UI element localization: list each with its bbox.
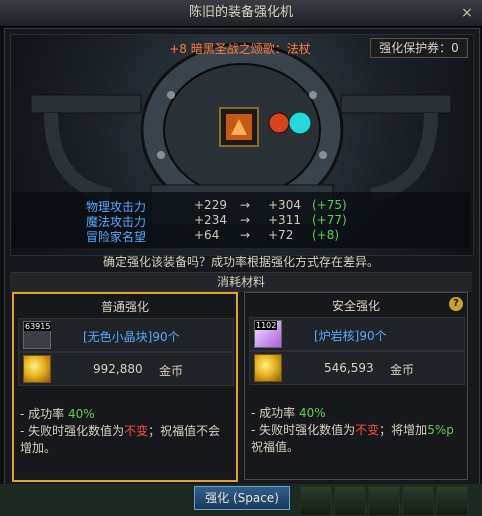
help-icon[interactable]: ? — [449, 297, 463, 311]
material-owned-count: 63915 — [24, 322, 52, 331]
success-rate: - 成功率 40% — [20, 406, 230, 423]
fail-description: - 失败时强化数值为不变；祝福值不会增加。 — [20, 423, 230, 457]
gold-unit: 金币 — [159, 364, 184, 378]
success-rate: - 成功率 40% — [251, 405, 461, 422]
fail-mid: ；将增加 — [379, 423, 428, 437]
fail-unchanged: 不变 — [124, 424, 149, 438]
stat-diff: (+75) — [312, 198, 347, 212]
confirm-text: 确定强化该装备吗？成功率根据强化方式存在差异。 — [102, 255, 379, 269]
rate-value: 40% — [298, 406, 326, 420]
stat-before: +234 — [194, 213, 227, 227]
decor-slot — [368, 486, 400, 516]
decor-slot — [436, 486, 468, 516]
stat-row: 冒险家名望 +64 → +72 (+8) — [12, 228, 470, 244]
lava-core-material-icon: 1102 — [254, 320, 282, 348]
material-name: [无色小晶块]90个 — [83, 330, 180, 344]
arrow-icon: → — [240, 198, 251, 212]
blessing-increase: 5%p — [427, 423, 454, 437]
item-name: +8 暗黑圣战之颂歌：法杖 — [169, 42, 311, 56]
option-title: 安全强化 — [331, 299, 380, 313]
crystal-material-icon: 63915 — [23, 321, 52, 349]
fail-prefix: - 失败时强化数值为 — [20, 424, 125, 438]
stat-before: +64 — [194, 228, 220, 242]
window-title: 陈旧的装备强化机 — [0, 0, 482, 27]
rate-label: - 成功率 — [251, 406, 299, 420]
stat-after: +72 — [268, 228, 294, 242]
fail-description: - 失败时强化数值为不变；将增加5%p 祝福值。 — [251, 422, 461, 456]
arrow-icon: → — [240, 228, 251, 242]
gold-coin-icon — [254, 354, 282, 382]
gold-unit: 金币 — [390, 363, 415, 377]
arrow-icon: → — [240, 213, 251, 227]
stat-name: 冒险家名望 — [86, 230, 147, 244]
material-name: [炉岩核]90个 — [314, 329, 387, 343]
material-row: 1102 [炉岩核]90个 — [249, 317, 465, 351]
materials-header: 消耗材料 — [10, 272, 472, 292]
material-owned-count: 1102 — [255, 321, 278, 330]
gold-cost: 992,880 — [93, 362, 143, 376]
stat-after: +304 — [268, 198, 301, 212]
fail-unchanged: 不变 — [355, 423, 380, 437]
rate-value: 40% — [67, 407, 95, 421]
gold-cost: 546,593 — [324, 361, 374, 375]
gold-row: 992,880 金币 — [18, 352, 234, 386]
normal-enhance-option[interactable]: 普通强化 63915 [无色小晶块]90个 992,880 金币 - 成功率 4… — [12, 292, 238, 482]
safe-enhance-option[interactable]: 安全强化 ? 1102 [炉岩核]90个 546,593 金币 - 成功率 40… — [244, 292, 468, 480]
protect-ticket-count: 强化保护券：0 — [370, 38, 468, 58]
enhance-button[interactable]: 强化 (Space) — [194, 486, 290, 510]
fail-prefix: - 失败时强化数值为 — [251, 423, 356, 437]
stat-diff: (+8) — [312, 228, 340, 242]
gold-row: 546,593 金币 — [249, 351, 465, 385]
fail-suffix: 祝福值。 — [251, 440, 300, 454]
close-icon[interactable]: × — [458, 4, 476, 22]
stat-diff: (+77) — [312, 213, 347, 227]
option-title: 普通强化 — [100, 300, 149, 314]
material-row: 63915 [无色小晶块]90个 — [18, 318, 234, 352]
stat-row: 物理攻击力 +229 → +304 (+75) — [12, 198, 470, 214]
stat-after: +311 — [268, 213, 301, 227]
stat-row: 魔法攻击力 +234 → +311 (+77) — [12, 213, 470, 229]
rate-label: - 成功率 — [20, 407, 68, 421]
decor-slot — [334, 486, 366, 516]
gold-coin-icon — [23, 355, 51, 383]
stat-before: +229 — [194, 198, 227, 212]
decor-slot — [300, 486, 332, 516]
stat-comparison: 物理攻击力 +229 → +304 (+75) 魔法攻击力 +234 → +31… — [12, 192, 470, 248]
decor-slot — [402, 486, 434, 516]
